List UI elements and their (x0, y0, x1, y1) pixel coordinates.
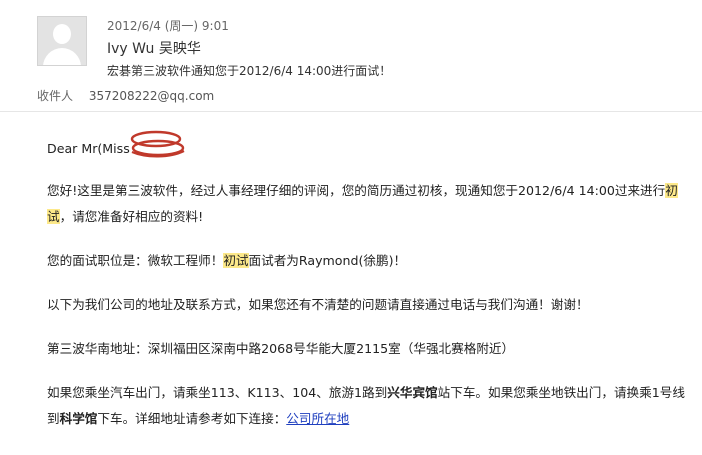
paragraph-notice-line-1: 您好!这里是第三波软件，经过人事经理仔细的评阅，您的简历通过初核，现通知您于20… (47, 176, 699, 205)
avatar-head-shape (53, 24, 71, 44)
highlighted-search-term: 试 (47, 209, 60, 224)
notice-text-2: ，请您准备好相应的资料! (59, 209, 204, 224)
sender-name[interactable]: Ivy Wu 吴映华 (107, 38, 201, 58)
redaction-scribble (130, 130, 185, 158)
recipient-label: 收件人 (37, 89, 74, 103)
cropped-toolbar-edge: — (0, 0, 702, 6)
directions-text-2a: 到 (47, 411, 60, 426)
directions-text-1a: 如果您乘坐汽车出门，请乘坐113、K113、104、旅游1路到 (47, 385, 388, 400)
email-subject: 宏碁第三波软件通知您于2012/6/4 14:00进行面试！ (107, 64, 392, 78)
position-text-before: 您的面试职位是：微软工程师！ (47, 253, 224, 268)
paragraph-contact-intro: 以下为我们公司的地址及联系方式，如果您还有不清楚的问题请直接通过电话与我们沟通！… (47, 290, 699, 319)
highlighted-search-term: 初 (665, 183, 678, 198)
contact-intro-text: 以下为我们公司的地址及联系方式，如果您还有不清楚的问题请直接通过电话与我们沟通！… (47, 297, 589, 312)
recipient-address[interactable]: 357208222@qq.com (89, 89, 214, 103)
paragraph-address: 第三波华南地址：深圳福田区深南中路2068号华能大厦2115室（华强北赛格附近） (47, 334, 699, 363)
paragraph-position: 您的面试职位是：微软工程师！初试面试者为Raymond(徐鹏)！ (47, 246, 699, 275)
sender-avatar (37, 16, 87, 66)
notice-text-1: 您好!这里是第三波软件，经过人事经理仔细的评阅，您的简历通过初核，现通知您于20… (47, 183, 666, 198)
email-reading-pane: — 2012/6/4 (周一) 9:01 Ivy Wu 吴映华 宏碁第三波软件通… (0, 0, 702, 455)
metro-stop-name: 科学馆 (59, 411, 98, 426)
company-location-link[interactable]: 公司所在地 (286, 411, 349, 426)
directions-text-2b: 下车。详细地址请参考如下连接： (97, 411, 287, 426)
highlighted-search-term: 初试 (223, 253, 249, 268)
bus-stop-name: 兴华宾馆 (387, 385, 438, 400)
avatar-shoulders-shape (43, 48, 81, 65)
paragraph-notice-line-2: 试，请您准备好相应的资料! (47, 202, 699, 231)
directions-text-1b: 站下车。如果您乘坐地铁出门，请换乘1号线 (437, 385, 685, 400)
paragraph-directions-line-1: 如果您乘坐汽车出门，请乘坐113、K113、104、旅游1路到兴华宾馆站下车。如… (47, 378, 699, 407)
recipient-row: 收件人 357208222@qq.com (37, 87, 214, 104)
sent-date: 2012/6/4 (周一) 9:01 (107, 19, 229, 33)
address-text: 第三波华南地址：深圳福田区深南中路2068号华能大厦2115室（华强北赛格附近） (47, 341, 515, 356)
position-text-after: 面试者为Raymond(徐鹏)！ (248, 253, 407, 268)
greeting-text: Dear Mr(Miss (47, 141, 130, 156)
paragraph-directions-line-2: 到科学馆下车。详细地址请参考如下连接：公司所在地 (47, 404, 699, 433)
header-divider (0, 111, 702, 112)
